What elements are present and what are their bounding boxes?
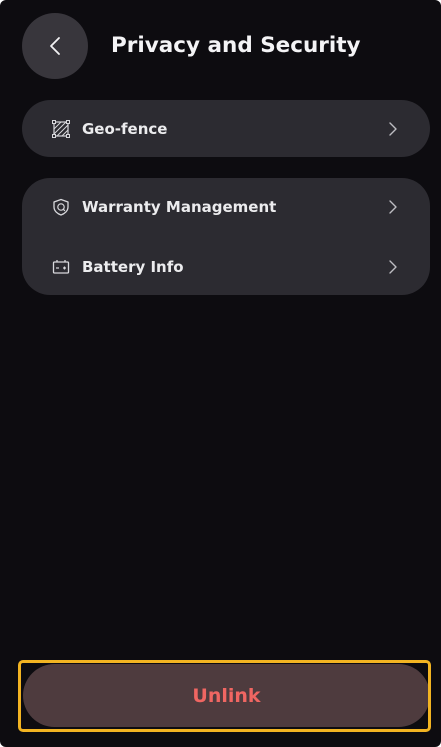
geo-fence-row[interactable]: Geo-fence <box>22 104 430 154</box>
chevron-right-icon <box>389 200 397 214</box>
page-title: Privacy and Security <box>111 33 361 58</box>
battery-icon <box>52 258 70 276</box>
settings-group-1: Geo-fence <box>22 100 430 157</box>
geo-fence-icon <box>52 120 70 138</box>
battery-info-row[interactable]: Battery Info <box>22 242 430 292</box>
shield-icon <box>52 198 70 216</box>
warranty-management-row[interactable]: Warranty Management <box>22 182 430 232</box>
chevron-right-icon <box>389 122 397 136</box>
chevron-right-icon <box>389 260 397 274</box>
back-button[interactable] <box>22 12 88 79</box>
unlink-highlight-frame <box>18 660 431 732</box>
chevron-left-icon <box>50 36 60 55</box>
header: Privacy and Security <box>22 12 361 79</box>
battery-info-label: Battery Info <box>82 258 184 276</box>
screen: Privacy and Security Geo-fence Warranty … <box>0 0 441 747</box>
warranty-management-label: Warranty Management <box>82 198 277 216</box>
settings-group-2: Warranty Management Battery Info <box>22 178 430 295</box>
geo-fence-label: Geo-fence <box>82 120 168 138</box>
